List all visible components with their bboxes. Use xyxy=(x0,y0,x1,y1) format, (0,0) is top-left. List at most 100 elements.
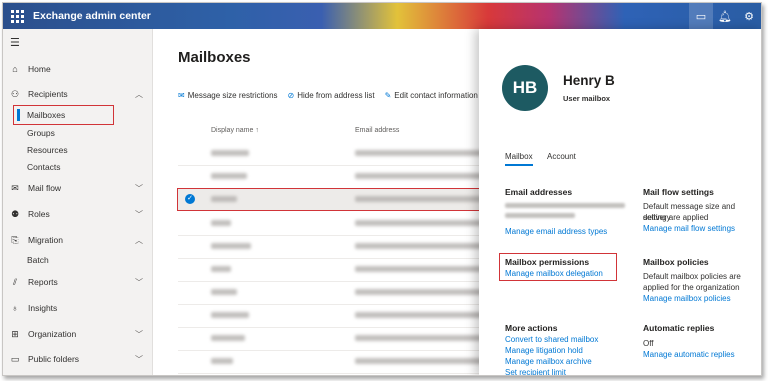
manage-mailbox-delegation-link[interactable]: Manage mailbox delegation xyxy=(505,268,603,279)
nav-label: Batch xyxy=(27,255,49,265)
main-content: Mailboxes ✉ Message size restrictions ⊘ … xyxy=(154,29,484,375)
redacted-email xyxy=(355,335,483,341)
mailbox-permissions-title: Mailbox permissions xyxy=(505,257,590,267)
roles-icon: ⚉ xyxy=(10,208,20,219)
table-row[interactable] xyxy=(178,236,484,259)
nav-label: Public folders xyxy=(28,354,80,364)
table-row[interactable] xyxy=(178,259,484,282)
chevron-down-icon[interactable]: ﹀ xyxy=(135,277,143,288)
column-display-name[interactable]: Display name ↑ xyxy=(211,127,259,134)
migration-icon: ⎘ xyxy=(11,234,19,245)
avatar: HB xyxy=(502,65,548,111)
nav-label: Groups xyxy=(27,128,55,138)
nav-label: Insights xyxy=(28,303,58,313)
command-label: Edit contact information xyxy=(394,91,478,100)
chevron-down-icon[interactable]: ﹀ xyxy=(135,209,143,220)
nav-sub-batch[interactable]: Batch xyxy=(27,252,49,268)
nav-label: Mail flow xyxy=(28,183,62,193)
chevron-up-icon[interactable]: ︿ xyxy=(135,235,143,246)
manage-mailbox-archive-link[interactable]: Manage mailbox archive xyxy=(505,356,592,367)
terminal-icon[interactable]: ▭ xyxy=(689,3,713,29)
nav-item-recipients[interactable]: ⚇ Recipients ︿ xyxy=(3,84,153,104)
mailbox-details-panel: HB Henry B User mailbox Mailbox Account … xyxy=(479,29,761,375)
nav-sub-mailboxes[interactable]: Mailboxes xyxy=(13,105,114,125)
chevron-down-icon[interactable]: ﹀ xyxy=(135,354,143,365)
edit-icon: ✎ xyxy=(384,91,392,100)
redacted-email xyxy=(355,289,483,295)
table-row[interactable] xyxy=(178,143,484,166)
mail-flow-settings-title: Mail flow settings xyxy=(643,187,714,197)
chevron-up-icon[interactable]: ︿ xyxy=(135,89,143,100)
table-row-selected[interactable]: ✓ xyxy=(177,188,483,211)
table-row[interactable] xyxy=(178,305,484,328)
manage-automatic-replies-link[interactable]: Manage automatic replies xyxy=(643,349,735,360)
column-email-address[interactable]: Email address xyxy=(355,127,399,134)
redacted-email xyxy=(505,203,625,208)
manage-mail-flow-settings-link[interactable]: Manage mail flow settings xyxy=(643,223,735,234)
bell-icon[interactable]: 🔔︎ xyxy=(713,3,737,29)
nav-label: Reports xyxy=(28,277,58,287)
tab-mailbox[interactable]: Mailbox xyxy=(505,152,533,166)
nav-item-insights[interactable]: ♁ Insights xyxy=(3,298,153,318)
manage-mailbox-policies-link[interactable]: Manage mailbox policies xyxy=(643,293,731,304)
nav-sub-resources[interactable]: Resources xyxy=(27,142,68,158)
table-row[interactable] xyxy=(178,351,484,374)
hamburger-menu-icon[interactable]: ☰ xyxy=(10,36,20,49)
message-size-restrictions-button[interactable]: ✉ Message size restrictions xyxy=(178,91,278,100)
convert-to-shared-mailbox-link[interactable]: Convert to shared mailbox xyxy=(505,334,598,345)
nav-label: Roles xyxy=(28,209,50,219)
redacted-email xyxy=(355,266,483,272)
nav-sub-groups[interactable]: Groups xyxy=(27,125,55,141)
table-row[interactable] xyxy=(178,282,484,305)
nav-item-migration[interactable]: ⎘ Migration ︿ xyxy=(3,230,153,250)
chevron-down-icon[interactable]: ﹀ xyxy=(135,183,143,194)
nav-label: Home xyxy=(28,64,51,74)
header-actions: ▭ 🔔︎ ⚙ xyxy=(689,3,761,29)
command-label: Message size restrictions xyxy=(187,91,278,100)
nav-item-organization[interactable]: ⊞ Organization ﹀ xyxy=(3,324,153,344)
redacted-name xyxy=(211,243,251,249)
mail-size-icon: ✉ xyxy=(178,91,185,100)
table-row[interactable] xyxy=(178,166,484,189)
table-row[interactable] xyxy=(178,328,484,351)
chevron-down-icon[interactable]: ﹀ xyxy=(135,329,143,340)
nav-item-roles[interactable]: ⚉ Roles ﹀ xyxy=(3,204,153,224)
manage-email-address-types-link[interactable]: Manage email address types xyxy=(505,226,607,237)
nav-label: Organization xyxy=(28,329,77,339)
hide-icon: ⊘ xyxy=(287,91,295,100)
top-header: Exchange admin center ▭ 🔔︎ ⚙ xyxy=(3,3,761,29)
nav-item-public-folders[interactable]: ▭ Public folders ﹀ xyxy=(3,349,153,369)
mail-flow-settings-text: setting are applied xyxy=(643,213,709,222)
nav-sub-contacts[interactable]: Contacts xyxy=(27,159,61,175)
checkmark-icon[interactable]: ✓ xyxy=(185,194,195,204)
mailbox-policies-title: Mailbox policies xyxy=(643,257,709,267)
hide-from-address-list-button[interactable]: ⊘ Hide from address list xyxy=(288,91,375,100)
tab-account[interactable]: Account xyxy=(547,152,576,161)
redacted-email xyxy=(355,358,483,364)
waffle-icon[interactable] xyxy=(9,8,25,24)
automatic-replies-status: Off xyxy=(643,339,654,348)
automatic-replies-title: Automatic replies xyxy=(643,323,715,333)
edit-contact-information-button[interactable]: ✎ Edit contact information xyxy=(385,91,478,100)
app-title[interactable]: Exchange admin center xyxy=(33,10,151,22)
table-row[interactable] xyxy=(178,213,484,236)
redacted-name xyxy=(211,289,237,295)
nav-label: Contacts xyxy=(27,162,61,172)
nav-label: Recipients xyxy=(28,89,68,99)
redacted-name xyxy=(211,173,247,179)
command-bar: ✉ Message size restrictions ⊘ Hide from … xyxy=(178,91,478,100)
manage-litigation-hold-link[interactable]: Manage litigation hold xyxy=(505,345,583,356)
nav-item-home[interactable]: ⌂ Home xyxy=(3,59,153,79)
home-icon: ⌂ xyxy=(12,64,18,74)
gear-icon[interactable]: ⚙ xyxy=(737,3,761,29)
bulb-icon: ♁ xyxy=(11,303,19,313)
redacted-email xyxy=(355,173,483,179)
nav-item-mail-flow[interactable]: ✉ Mail flow ﹀ xyxy=(3,178,153,198)
redacted-name xyxy=(211,150,249,156)
redacted-name xyxy=(211,335,245,341)
mailbox-name: Henry B xyxy=(563,73,615,88)
set-recipient-limit-link[interactable]: Set recipient limit xyxy=(505,367,566,375)
redacted-email xyxy=(355,196,483,202)
redacted-name xyxy=(211,266,231,272)
nav-item-reports[interactable]: ⫽ Reports ﹀ xyxy=(3,272,153,292)
